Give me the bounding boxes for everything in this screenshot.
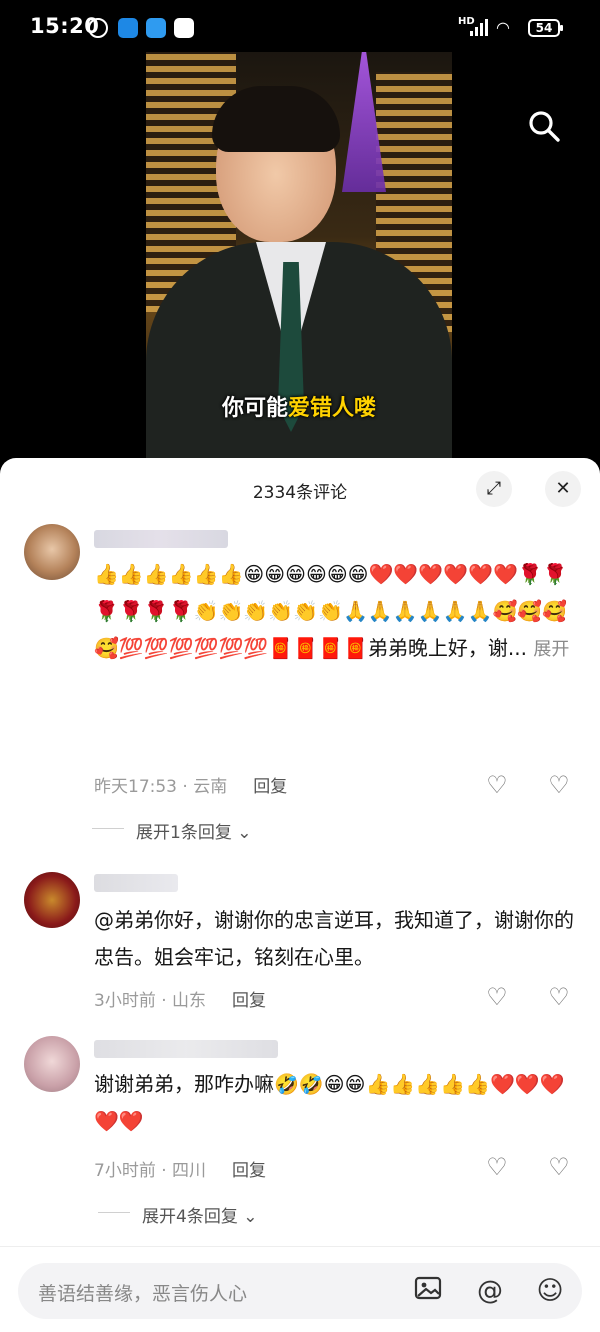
emoji-icon[interactable]: ☺ — [532, 1273, 568, 1309]
app-notification-icon — [118, 18, 138, 38]
comment-input-bar: 善语结善缘，恶言伤人心 @ ☺ — [0, 1246, 600, 1332]
heart-icon[interactable]: ♡ — [484, 984, 510, 1010]
search-icon[interactable] — [526, 108, 562, 144]
status-bar: 15:20 HD ◠ 54 — [0, 0, 600, 52]
cloud-notification-icon — [146, 18, 166, 38]
expand-text-button[interactable]: 展开 — [533, 639, 569, 660]
video-frame[interactable]: 你可能爱错人喽 — [146, 52, 452, 462]
reply-button[interactable]: 回复 — [253, 777, 287, 797]
comments-panel: 2334条评论 ⤢ ✕ 👍👍👍👍👍👍😁😁😁😁😁😁❤️❤️❤️❤️❤️❤️🌹🌹🌹🌹… — [0, 458, 600, 1332]
expand-replies-button[interactable]: 展开4条回复 ⌄ — [97, 1202, 257, 1227]
expand-replies-button[interactable]: 展开1条回复 ⌄ — [91, 818, 251, 843]
wifi-icon: ◠ — [496, 18, 510, 37]
username-blurred[interactable] — [94, 530, 228, 548]
battery-indicator: 54 — [528, 19, 563, 37]
comment-meta: 3小时前 · 山东 回复 — [94, 991, 267, 1011]
image-icon[interactable] — [410, 1273, 446, 1309]
avatar[interactable] — [24, 524, 80, 580]
person-hair — [212, 86, 340, 152]
broken-heart-icon[interactable]: ♡ — [546, 984, 572, 1010]
comment-meta: 7小时前 · 四川 回复 — [94, 1161, 267, 1181]
app-notification-icon — [174, 18, 194, 38]
heart-icon[interactable]: ♡ — [484, 1154, 510, 1180]
avatar[interactable] — [24, 1036, 80, 1092]
avatar[interactable] — [24, 872, 80, 928]
heart-icon[interactable]: ♡ — [484, 772, 510, 798]
reply-button[interactable]: 回复 — [232, 991, 266, 1011]
reply-button[interactable]: 回复 — [232, 1161, 266, 1181]
comment-meta: 昨天17:53 · 云南 回复 — [94, 777, 288, 797]
broken-heart-icon[interactable]: ♡ — [546, 772, 572, 798]
video-subtitle: 你可能爱错人喽 — [221, 396, 377, 421]
close-icon[interactable]: ✕ — [545, 471, 581, 507]
username-blurred[interactable] — [94, 1040, 278, 1058]
at-icon[interactable]: @ — [472, 1273, 508, 1309]
comment-input[interactable]: 善语结善缘，恶言伤人心 @ ☺ — [18, 1263, 582, 1319]
username-blurred[interactable] — [94, 874, 178, 892]
comment-text: 👍👍👍👍👍👍😁😁😁😁😁😁❤️❤️❤️❤️❤️❤️🌹🌹🌹🌹🌹🌹👏👏👏👏👏👏🙏🙏🙏🙏… — [94, 562, 570, 660]
expand-icon[interactable]: ⤢ — [476, 471, 512, 507]
comment-text: @弟弟你好，谢谢你的忠言逆耳，我知道了，谢谢你的忠告。姐会牢记，铭刻在心里。 — [94, 908, 574, 969]
video-player[interactable]: 你可能爱错人喽 — [0, 52, 600, 462]
comment-text: 谢谢弟弟，那咋办嘛🤣🤣😁😁👍👍👍👍👍❤️❤️❤️❤️❤️ — [94, 1072, 565, 1133]
signal-icon — [470, 18, 490, 36]
broken-heart-icon[interactable]: ♡ — [546, 1154, 572, 1180]
alarm-icon — [88, 18, 108, 38]
input-placeholder: 善语结善缘，恶言伤人心 — [38, 1283, 248, 1305]
